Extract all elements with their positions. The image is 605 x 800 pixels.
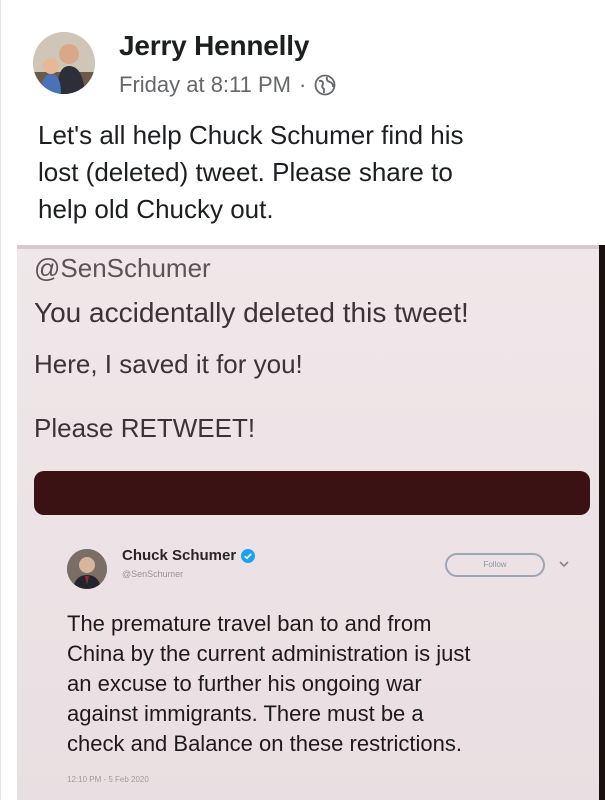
meme-line-2: Here, I saved it for you! [34, 349, 303, 379]
post-header: Jerry Hennelly Friday at 8:11 PM · [33, 28, 593, 104]
meme-line-1: You accidentally deleted this tweet! [34, 297, 469, 328]
image-top-edge [17, 245, 605, 249]
verified-badge-icon [241, 548, 256, 563]
tweet-avatar [67, 549, 107, 589]
author-name[interactable]: Jerry Hennelly [119, 30, 309, 62]
tweet-author-handle: @SenSchumer [122, 569, 184, 579]
meme-handle: @SenSchumer [34, 253, 211, 283]
post-text-line: lost (deleted) tweet. Please share to [38, 157, 453, 187]
tweet-body: The premature travel ban to and from Chi… [67, 609, 587, 759]
image-right-edge [599, 245, 605, 800]
tweet-author-name-text: Chuck Schumer [122, 547, 237, 564]
meta-separator: · [299, 72, 307, 97]
author-avatar[interactable] [33, 32, 95, 94]
dark-bar [34, 471, 590, 515]
post-text-line: Let's all help Chuck Schumer find his [38, 120, 464, 150]
shared-meme-image[interactable]: @SenSchumer You accidentally deleted thi… [17, 245, 605, 800]
tweet-body-line: check and Balance on these restrictions. [67, 731, 463, 756]
post-text: Let's all help Chuck Schumer find his lo… [38, 117, 573, 228]
facebook-post: Jerry Hennelly Friday at 8:11 PM · Let's… [0, 0, 605, 800]
tweet-body-line: against immigrants. There must be a [67, 701, 424, 726]
post-timestamp[interactable]: Friday at 8:11 PM [119, 72, 291, 98]
embedded-tweet: Chuck Schumer @SenSchumer Follow The pre… [67, 537, 587, 797]
tweet-body-line: China by the current administration is j… [67, 641, 471, 666]
meme-line-3: Please RETWEET! [34, 413, 256, 443]
follow-button: Follow [445, 553, 545, 577]
tweet-timestamp: 12:10 PM - 5 Feb 2020 [67, 775, 149, 784]
post-meta: Friday at 8:11 PM · [119, 72, 336, 98]
avatar-photo [33, 32, 95, 94]
chevron-down-icon [557, 557, 571, 571]
tweet-body-line: The premature travel ban to and from [67, 611, 432, 636]
post-text-line: help old Chucky out. [38, 194, 274, 224]
tweet-body-line: an excuse to further his ongoing war [67, 671, 422, 696]
tweet-author-name: Chuck Schumer [122, 547, 256, 564]
globe-icon[interactable] [314, 74, 336, 96]
